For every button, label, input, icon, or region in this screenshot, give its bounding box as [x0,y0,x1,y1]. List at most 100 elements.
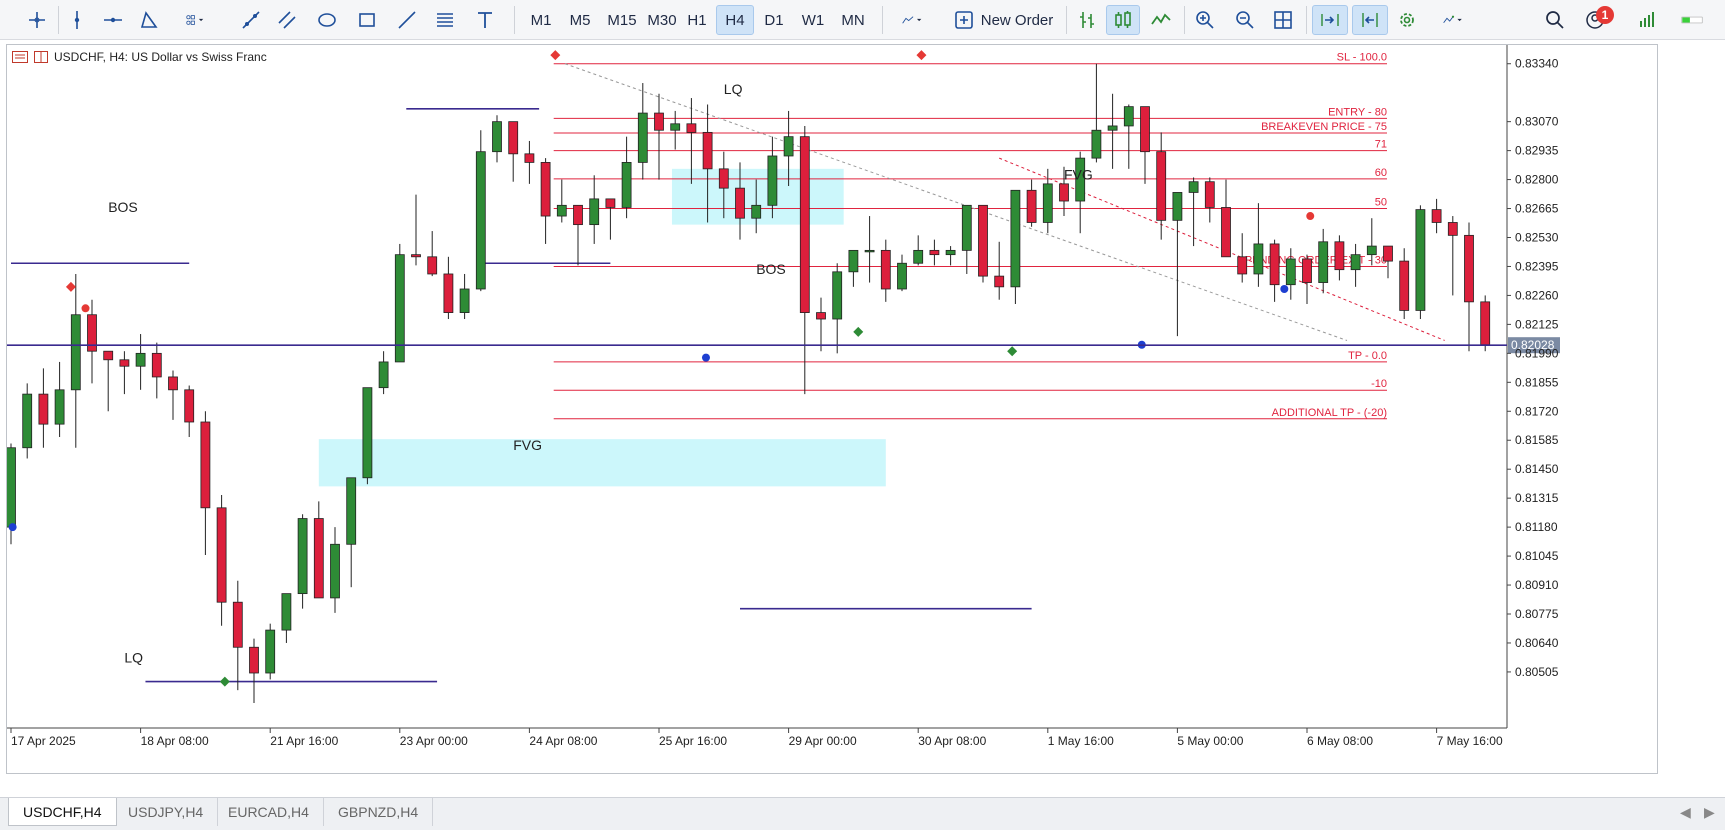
vertical-line-icon[interactable] [62,5,92,35]
ellipse-icon[interactable] [312,5,342,35]
candle-body [508,121,519,155]
swing-marker [8,523,17,532]
candle-body [1221,207,1231,258]
bar-chart-icon[interactable] [1072,5,1102,35]
timeframe-mn[interactable]: MN [834,5,872,35]
chart-annotation: FVG [513,437,542,453]
candle-body [994,275,1005,288]
candle-body [281,593,292,631]
candle-body [621,162,632,208]
chart-shift-icon[interactable] [1352,5,1388,35]
candle-body [1091,129,1102,159]
ray-icon[interactable] [392,5,422,35]
y-tick-label: 0.82260 [1515,288,1559,302]
x-tick-label: 24 Apr 08:00 [529,734,597,748]
candle-body [670,123,681,131]
y-tick-label: 0.81720 [1515,404,1559,418]
candle-body [313,518,324,599]
timeframe-h4[interactable]: H4 [716,5,754,35]
rectangle-icon[interactable] [352,5,382,35]
crosshair-icon[interactable] [22,5,52,35]
settings-gear-icon[interactable] [1392,5,1422,35]
triangle-icon[interactable] [134,5,164,35]
trade-level-label: PENDING ORDER EXIT - 30 [1245,254,1387,266]
x-tick-label: 30 Apr 08:00 [918,734,986,748]
timeframe-m1[interactable]: M1 [526,5,556,35]
candle-body [184,389,195,423]
candle-body [1415,209,1426,311]
chart-annotation: BOS [108,199,138,215]
swing-marker [219,676,230,687]
candle-body [1383,245,1393,262]
timeframe-m5[interactable]: M5 [563,5,597,35]
candle-body [1107,125,1118,131]
candle-body [346,477,357,545]
x-tick-label: 21 Apr 16:00 [270,734,338,748]
chart-window-icon [12,51,28,63]
candle-body [459,288,470,313]
scroll-right-icon[interactable]: ▶ [1704,804,1715,821]
candle-body [1140,106,1150,153]
fibonacci-icon[interactable] [430,5,460,35]
candlestick-chart-icon[interactable] [1106,5,1140,35]
candle-body [961,204,972,251]
tile-windows-icon[interactable] [1268,5,1298,35]
timeframe-w1[interactable]: W1 [796,5,830,35]
new-order-button[interactable]: New Order [948,5,1058,35]
y-tick-label: 0.82935 [1515,144,1559,158]
trendline-icon[interactable] [236,5,266,35]
candle-body [1269,243,1280,286]
symbol-tabbar: USDCHF,H4 USDJPY,H4 EURCAD,H4 GBPNZD,H4 … [0,797,1725,830]
swing-marker [1306,212,1315,221]
y-tick-label: 0.81045 [1515,549,1559,563]
swing-marker [1007,346,1018,357]
y-tick-label: 0.81585 [1515,433,1559,447]
experts-dropdown[interactable] [1430,5,1476,35]
horizontal-line-icon[interactable] [98,5,128,35]
candle-body [1350,254,1361,271]
search-icon[interactable] [1540,5,1570,35]
candle-body [1253,243,1264,275]
candle-body [1399,260,1410,311]
auto-scroll-icon[interactable] [1312,5,1348,35]
shapes-menu-icon[interactable] [170,5,220,35]
indicators-dropdown[interactable] [890,5,934,35]
candle-body [1010,189,1021,288]
candle-body [103,350,114,361]
tab-usdjpy[interactable]: USDJPY,H4 [114,798,219,826]
channel-icon[interactable] [272,5,302,35]
y-tick-label: 0.80505 [1515,665,1559,679]
candle-body [119,359,130,367]
zoom-out-icon[interactable] [1230,5,1260,35]
zoom-in-icon[interactable] [1190,5,1220,35]
signal-level-icon[interactable] [1632,5,1662,35]
candle-body [54,389,65,425]
timeframe-m15[interactable]: M15 [602,5,642,35]
window-list-icon [34,51,48,63]
trade-level-label: ENTRY - 80 [1328,106,1387,118]
candle-body [1188,181,1199,193]
candle-body [686,123,697,133]
timeframe-m30[interactable]: M30 [642,5,682,35]
candle-body [151,352,162,378]
connection-status-icon[interactable] [1664,5,1720,35]
text-tool-icon[interactable] [470,5,500,35]
tab-usdchf[interactable]: USDCHF,H4 [8,798,117,826]
tab-eurcad[interactable]: EURCAD,H4 [214,798,324,826]
candle-body [1237,256,1248,275]
timeframe-d1[interactable]: D1 [757,5,791,35]
y-tick-label: 0.83340 [1515,57,1559,71]
x-tick-label: 1 May 16:00 [1048,734,1114,748]
candle-body [297,518,308,595]
y-tick-label: 0.82530 [1515,230,1559,244]
tab-gbpnzd[interactable]: GBPNZD,H4 [324,798,434,826]
line-chart-icon[interactable] [1146,5,1176,35]
trade-level-label: 71 [1375,139,1387,151]
timeframe-h1[interactable]: H1 [682,5,712,35]
candle-body [1172,192,1183,221]
chart-area[interactable]: SL - 100.0 ENTRY - 80 BREAKEVEN PRICE - 75… [6,44,1658,774]
y-tick-label: 0.82800 [1515,173,1559,187]
x-tick-label: 18 Apr 08:00 [141,734,209,748]
scroll-left-icon[interactable]: ◀ [1680,804,1691,821]
x-tick-label: 29 Apr 00:00 [789,734,857,748]
